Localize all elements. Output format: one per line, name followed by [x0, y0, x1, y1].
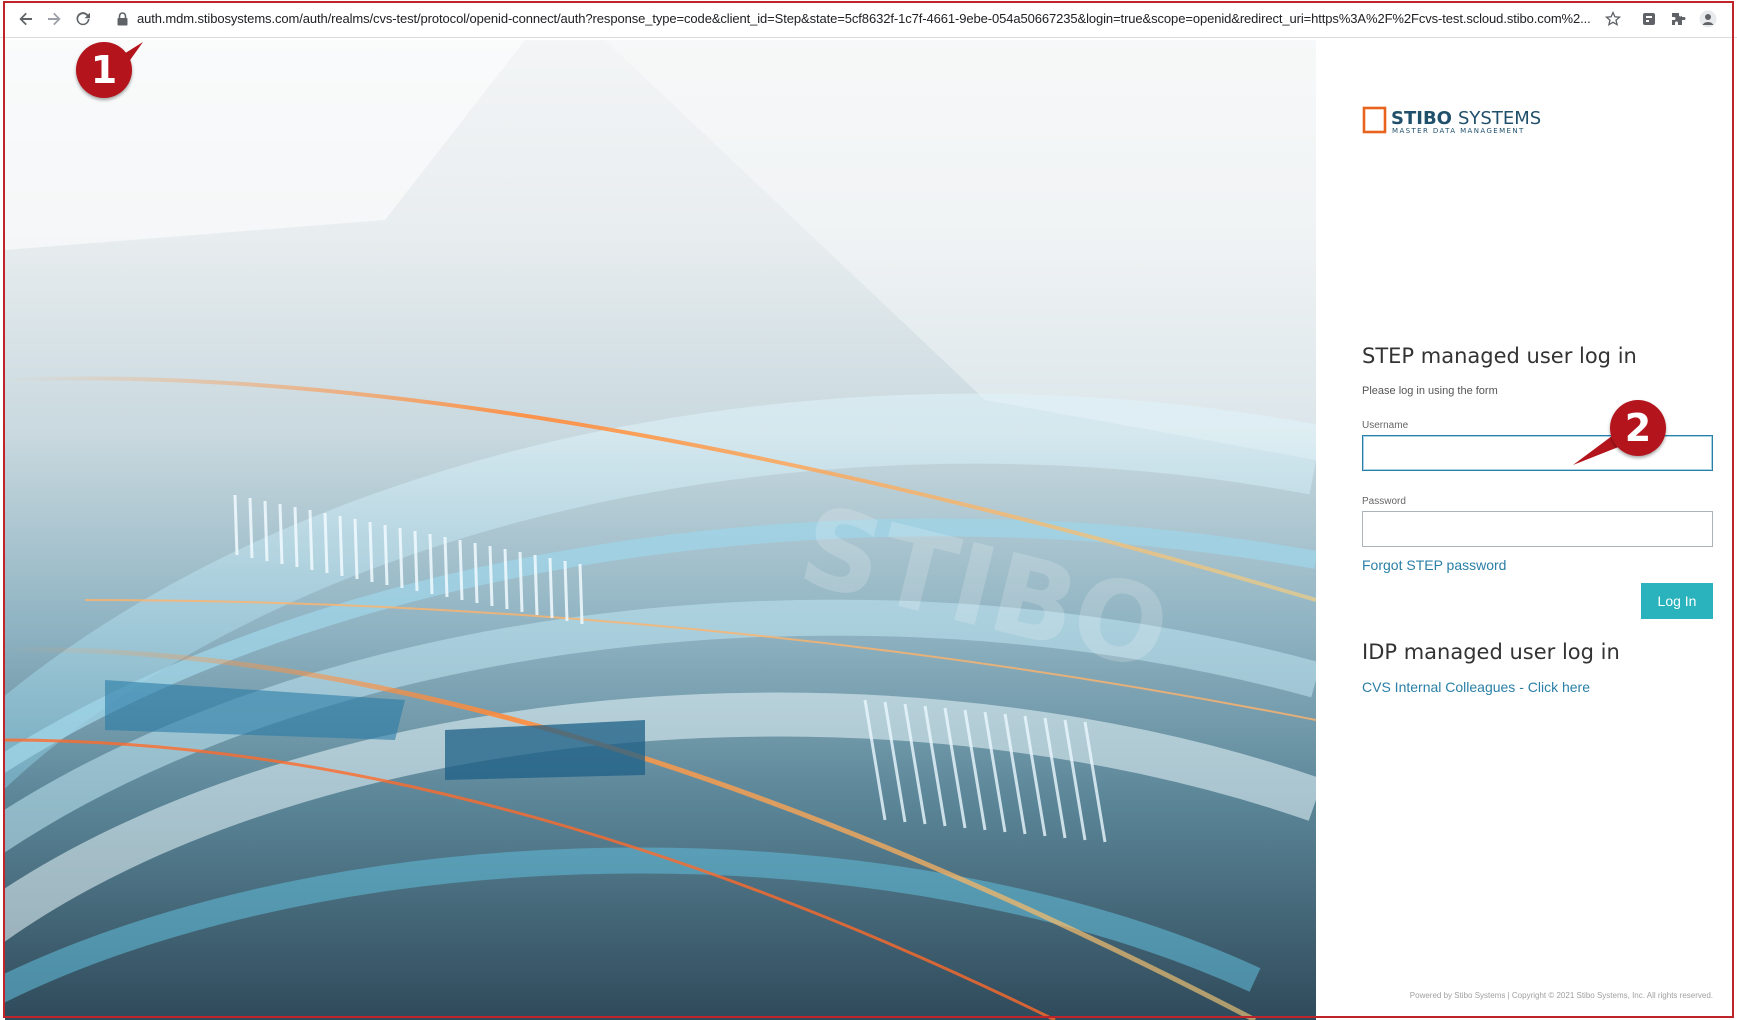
- username-label: Username: [1362, 420, 1409, 431]
- logo-tagline: MASTER DATA MANAGEMENT: [1392, 127, 1525, 135]
- puzzle-icon[interactable]: [1666, 7, 1690, 31]
- profile-icon[interactable]: [1696, 7, 1720, 31]
- abstract-tech-illustration: STIBO: [5, 40, 1316, 1020]
- reload-icon[interactable]: [71, 7, 95, 31]
- extension-icon[interactable]: [1637, 7, 1661, 31]
- copyright-footer: Powered by Stibo Systems | Copyright © 2…: [1409, 991, 1713, 1000]
- back-arrow-icon[interactable]: [14, 7, 38, 31]
- star-icon[interactable]: [1601, 7, 1625, 31]
- browser-toolbar: auth.mdm.stibosystems.com/auth/realms/cv…: [0, 0, 1737, 38]
- logo-primary-text: STIBO: [1391, 108, 1452, 129]
- password-field[interactable]: [1362, 511, 1713, 547]
- log-in-button[interactable]: Log In: [1641, 583, 1713, 619]
- idp-login-link[interactable]: CVS Internal Colleagues - Click here: [1362, 679, 1590, 695]
- address-bar[interactable]: auth.mdm.stibosystems.com/auth/realms/cv…: [137, 0, 1595, 38]
- forward-arrow-icon[interactable]: [42, 7, 66, 31]
- forgot-password-link[interactable]: Forgot STEP password: [1362, 557, 1506, 573]
- logo-mark: STIBO SYSTEMS MASTER DATA MANAGEMENT: [1362, 106, 1541, 135]
- annotation-marker-2: 2: [1610, 400, 1666, 456]
- annotation-marker-1: 1: [76, 42, 132, 98]
- login-panel: STIBO SYSTEMS MASTER DATA MANAGEMENT STE…: [1316, 40, 1737, 1020]
- logo-secondary-text: SYSTEMS: [1458, 108, 1541, 129]
- password-label: Password: [1362, 496, 1406, 507]
- hero-background-image: STIBO: [5, 40, 1316, 1020]
- step-login-subtitle: Please log in using the form: [1362, 385, 1498, 397]
- stibo-systems-logo: STIBO SYSTEMS MASTER DATA MANAGEMENT: [1362, 104, 1552, 149]
- lock-icon[interactable]: [117, 12, 128, 31]
- step-login-title: STEP managed user log in: [1362, 344, 1637, 368]
- idp-login-title: IDP managed user log in: [1362, 640, 1620, 664]
